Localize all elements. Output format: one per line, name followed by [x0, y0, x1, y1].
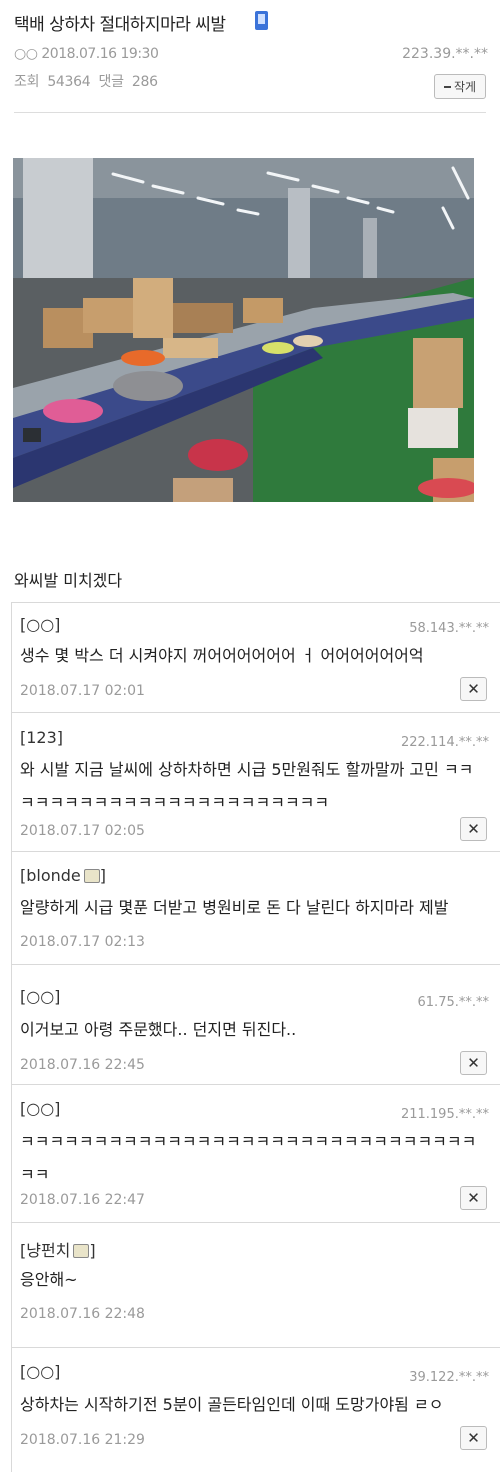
comment-item: [○○] 58.143.**.** 생수 몇 박스 더 시켜야지 꺼어어어어어어…: [11, 602, 500, 712]
minus-icon: [443, 85, 451, 88]
post-header: 택배 상하차 절대하지마라 씨발 ○○ 2018.07.16 19:30 223…: [0, 0, 500, 112]
comment-text: 응안해~: [20, 1270, 78, 1289]
comment-text: 알량하게 시급 몇푼 더받고 병원비로 돈 다 날린다 하지마라 제발: [20, 898, 449, 917]
post-author[interactable]: ○○: [14, 46, 38, 62]
comment-nick[interactable]: [○○]: [20, 1099, 60, 1118]
comment-date: 2018.07.17 02:01: [20, 683, 145, 699]
comment-text: 이거보고 아령 주문했다.. 던지면 뒤진다..: [20, 1020, 297, 1039]
comment-nick[interactable]: [blonde]: [20, 866, 106, 885]
comment-item: [blonde] 알량하게 시급 몇푼 더받고 병원비로 돈 다 날린다 하지마…: [11, 851, 500, 964]
nick-suffix: ]: [89, 1241, 96, 1260]
post-body: 와씨발 미치겠다: [14, 571, 123, 590]
delete-comment-button[interactable]: ✕: [460, 1051, 487, 1075]
font-small-button[interactable]: 작게: [434, 74, 486, 99]
warehouse-photo: [13, 158, 474, 502]
comments-label: 댓글: [98, 74, 124, 90]
comment-item: [○○] 39.122.**.** 상하차는 시작하기전 5분이 골든타임인데 …: [11, 1347, 500, 1472]
comment-nick[interactable]: [○○]: [20, 1362, 60, 1381]
post-meta: ○○ 2018.07.16 19:30: [14, 46, 159, 62]
comment-ip: 211.195.**.**: [400, 1107, 489, 1122]
comment-item: [123] 222.114.**.** 와 시발 지금 날씨에 상하차하면 시급…: [11, 712, 500, 851]
post-stats: 조회 54364 댓글 286: [14, 71, 162, 91]
nick-suffix: ]: [99, 866, 107, 885]
close-icon: ✕: [467, 1189, 480, 1207]
close-icon: ✕: [467, 680, 480, 698]
mobile-icon: [255, 11, 268, 30]
delete-comment-button[interactable]: ✕: [460, 1426, 487, 1450]
comment-date: 2018.07.17 02:13: [20, 934, 145, 950]
comment-nick[interactable]: [냥펀치]: [20, 1237, 96, 1261]
comment-date: 2018.07.16 21:29: [20, 1432, 145, 1448]
nick-label: [냥펀치: [20, 1241, 71, 1260]
comment-date: 2018.07.16 22:48: [20, 1306, 145, 1322]
comment-text: 와 시발 지금 날씨에 상하차하면 시급 5만원줘도 할까말까 고민 ㅋㅋㅋㅋㅋ…: [20, 760, 474, 812]
delete-comment-button[interactable]: ✕: [460, 817, 487, 841]
comment-item: [○○] 211.195.**.** ㅋㅋㅋㅋㅋㅋㅋㅋㅋㅋㅋㅋㅋㅋㅋㅋㅋㅋㅋㅋㅋ…: [11, 1084, 500, 1222]
nick-label: [blonde: [20, 866, 81, 885]
badge-icon: [83, 868, 100, 883]
close-icon: ✕: [467, 1429, 480, 1447]
close-icon: ✕: [467, 820, 480, 838]
comment-nick[interactable]: [123]: [20, 728, 63, 747]
views-label: 조회: [14, 74, 40, 90]
post-datetime: 2018.07.16 19:30: [41, 46, 159, 62]
comment-ip: 61.75.**.**: [417, 995, 489, 1010]
close-icon: ✕: [467, 1054, 480, 1072]
comment-item: [○○] 61.75.**.** 이거보고 아령 주문했다.. 던지면 뒤진다.…: [11, 964, 500, 1084]
comment-ip: 222.114.**.**: [400, 735, 489, 750]
comment-list: [○○] 58.143.**.** 생수 몇 박스 더 시켜야지 꺼어어어어어어…: [11, 602, 500, 1472]
comments-count: 286: [131, 74, 158, 90]
comment-nick[interactable]: [○○]: [20, 987, 60, 1006]
header-divider: [14, 112, 486, 113]
comment-text: 상하차는 시작하기전 5분이 골든타임인데 이때 도망가야됨 ㄹㅇ: [20, 1395, 444, 1414]
comment-date: 2018.07.16 22:47: [20, 1192, 145, 1208]
comment-text: 생수 몇 박스 더 시켜야지 꺼어어어어어어 ㅓ 어어어어어어억: [20, 646, 424, 665]
post-ip: 223.39.**.**: [402, 46, 488, 62]
comment-date: 2018.07.16 22:45: [20, 1057, 145, 1073]
delete-comment-button[interactable]: ✕: [460, 677, 487, 701]
comment-ip: 58.143.**.**: [409, 621, 489, 636]
badge-icon: [73, 1243, 90, 1258]
post-title: 택배 상하차 절대하지마라 씨발: [14, 15, 226, 35]
comment-text: ㅋㅋㅋㅋㅋㅋㅋㅋㅋㅋㅋㅋㅋㅋㅋㅋㅋㅋㅋㅋㅋㅋㅋㅋㅋㅋㅋㅋㅋㅋㅋㅋㅋ: [20, 1132, 477, 1184]
font-small-label: 작게: [453, 80, 477, 94]
comment-date: 2018.07.17 02:05: [20, 823, 145, 839]
delete-comment-button[interactable]: ✕: [460, 1186, 487, 1210]
comment-nick[interactable]: [○○]: [20, 615, 60, 634]
views-count: 54364: [47, 74, 91, 90]
comment-item: [냥펀치] 응안해~ 2018.07.16 22:48: [11, 1222, 500, 1347]
comment-ip: 39.122.**.**: [409, 1370, 489, 1385]
